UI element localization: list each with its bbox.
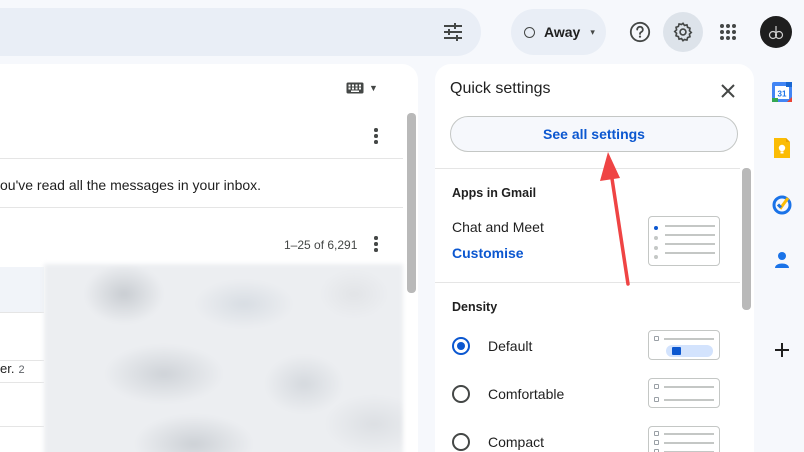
mail-scrollbar[interactable]: [407, 113, 416, 293]
help-icon: [629, 21, 651, 43]
chat-layout-preview: [648, 216, 720, 266]
contacts-icon: [775, 252, 789, 268]
more-options-icon[interactable]: [366, 124, 386, 148]
status-selector[interactable]: Away ▾: [511, 9, 606, 55]
calendar-icon: 31: [772, 82, 792, 102]
list-item[interactable]: er. 2: [0, 361, 25, 376]
divider: [435, 282, 740, 283]
blurred-email-list: [44, 264, 403, 452]
status-label: Away: [544, 24, 581, 40]
density-label: Default: [488, 338, 533, 354]
divider: [435, 168, 740, 169]
tune-icon: [444, 23, 462, 41]
density-option-default[interactable]: Default: [452, 334, 532, 358]
keep-icon: [774, 138, 790, 158]
divider: [0, 426, 44, 427]
add-icon: [775, 343, 789, 357]
quick-settings-scrollbar[interactable]: [742, 168, 751, 310]
density-default-preview: [648, 330, 720, 360]
thread-count: 2: [18, 364, 25, 376]
density-compact-preview: [648, 426, 720, 452]
calendar-day: 31: [778, 90, 787, 99]
radio-unselected-icon[interactable]: [452, 433, 470, 451]
search-bar[interactable]: [0, 8, 481, 56]
radio-unselected-icon[interactable]: [452, 385, 470, 403]
tasks-icon: [772, 195, 792, 215]
search-options-button[interactable]: [438, 17, 468, 47]
inbox-read-message: ou've read all the messages in your inbo…: [0, 177, 262, 193]
contacts-button[interactable]: [768, 246, 796, 274]
profile-picture-icon: [768, 26, 784, 40]
apps-in-gmail-heading: Apps in Gmail: [452, 186, 537, 200]
density-label: Comfortable: [488, 386, 565, 402]
chevron-down-icon: ▾: [590, 26, 595, 37]
table-row[interactable]: [0, 267, 44, 313]
divider: [0, 207, 403, 208]
density-label: Compact: [488, 434, 545, 450]
keyboard-icon: [346, 82, 364, 94]
help-button[interactable]: [620, 12, 660, 52]
gear-icon: [673, 22, 693, 42]
chat-and-meet-label: Chat and Meet: [452, 219, 544, 235]
input-tools-button[interactable]: ▼: [346, 82, 378, 94]
see-all-settings-button[interactable]: See all settings: [450, 116, 738, 152]
calendar-button[interactable]: 31: [768, 78, 796, 106]
avatar[interactable]: [760, 16, 792, 48]
pagination-count: 1–25 of 6,291: [284, 238, 358, 252]
density-heading: Density: [452, 300, 498, 314]
quick-settings-panel: Quick settings See all settings Apps in …: [435, 64, 754, 452]
close-icon: [721, 84, 735, 98]
tasks-button[interactable]: [768, 190, 796, 218]
get-add-ons-button[interactable]: [768, 336, 796, 364]
quick-settings-title: Quick settings: [450, 80, 551, 97]
google-apps-button[interactable]: [708, 12, 748, 52]
density-comfortable-preview: [648, 378, 720, 408]
radio-selected-icon[interactable]: [452, 337, 470, 355]
mail-list-panel: ▼ ou've read all the messages in your in…: [0, 64, 418, 452]
keep-button[interactable]: [768, 134, 796, 162]
density-option-comfortable[interactable]: Comfortable: [452, 382, 564, 406]
apps-grid-icon: [720, 24, 736, 40]
close-button[interactable]: [717, 80, 739, 102]
settings-button[interactable]: [663, 12, 703, 52]
email-snippet: er.: [0, 361, 15, 376]
density-option-compact[interactable]: Compact: [452, 430, 544, 452]
customise-link[interactable]: Customise: [452, 245, 524, 261]
more-options-icon[interactable]: [366, 232, 386, 256]
divider: [0, 158, 403, 159]
status-circle-icon: [524, 26, 535, 38]
chevron-down-icon: ▼: [369, 83, 378, 93]
divider: [0, 382, 44, 383]
